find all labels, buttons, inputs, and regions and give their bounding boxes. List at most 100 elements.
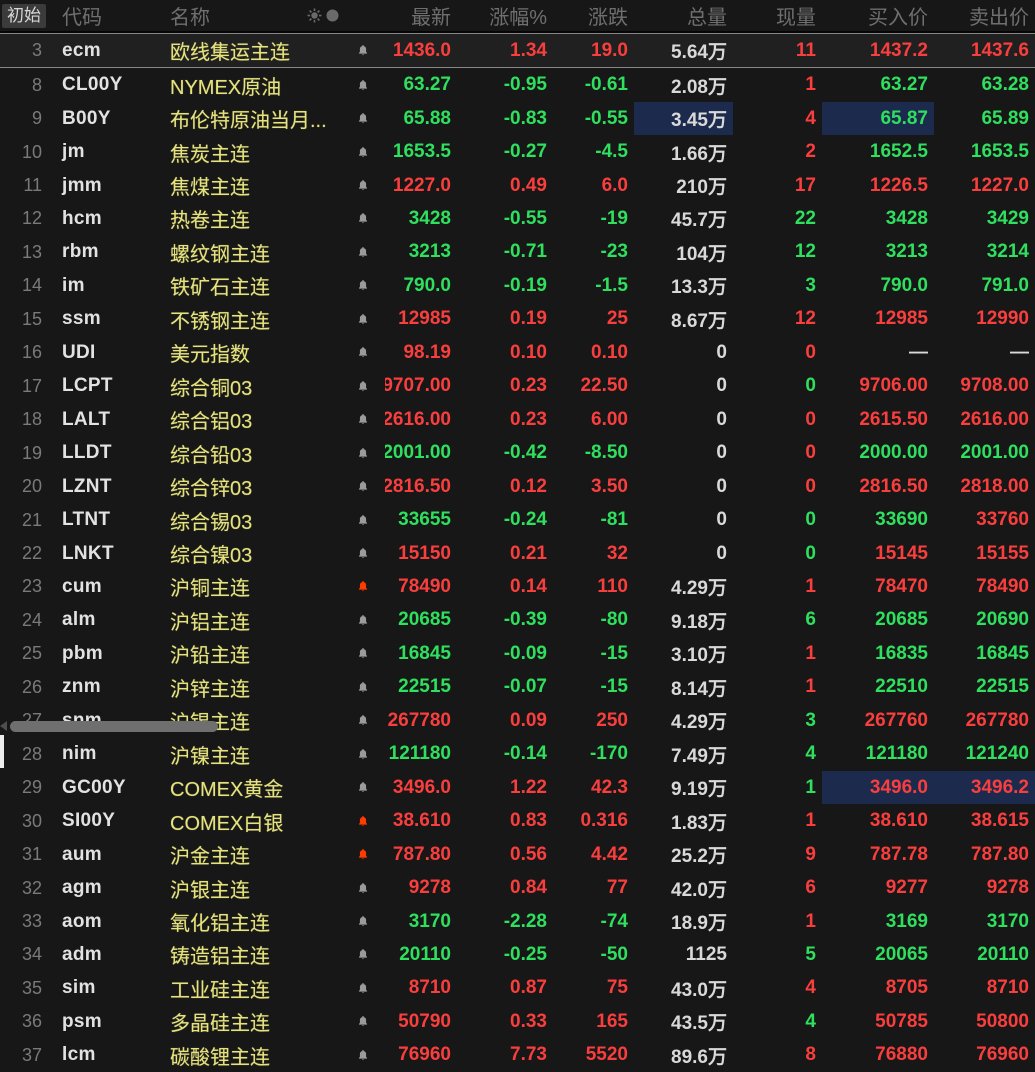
bell-cell[interactable] — [341, 972, 385, 1005]
alert-bell-icon[interactable] — [356, 747, 370, 762]
bell-cell[interactable] — [341, 570, 385, 603]
table-row[interactable]: 28 nim 沪镍主连 121180 -0.14 -170 7.49万 4 12… — [0, 738, 1035, 771]
dot-icon[interactable] — [326, 9, 339, 22]
bell-cell[interactable] — [341, 771, 385, 804]
bell-cell[interactable] — [341, 370, 385, 403]
bell-cell[interactable] — [341, 303, 385, 336]
table-row[interactable]: 14 im 铁矿石主连 790.0 -0.19 -1.5 13.3万 3 790… — [0, 269, 1035, 302]
header-pct[interactable]: 涨幅% — [457, 1, 553, 30]
bell-cell[interactable] — [341, 436, 385, 469]
header-chg[interactable]: 涨跌 — [553, 1, 634, 30]
alert-bell-icon[interactable] — [356, 178, 370, 193]
alert-bell-icon[interactable] — [356, 613, 370, 628]
alert-bell-icon[interactable] — [356, 379, 370, 394]
table-row[interactable]: 25 pbm 沪铅主连 16845 -0.09 -15 3.10万 1 1683… — [0, 637, 1035, 670]
header-bid[interactable]: 买入价 — [822, 1, 934, 30]
table-row[interactable]: 30 SI00Y COMEX白银 38.610 0.83 0.316 1.83万… — [0, 804, 1035, 837]
alert-bell-icon[interactable] — [356, 412, 370, 427]
table-row[interactable]: 37 lcm 碳酸锂主连 76960 7.73 5520 89.6万 8 768… — [0, 1039, 1035, 1072]
table-row[interactable]: 33 aom 氧化铝主连 3170 -2.28 -74 18.9万 1 3169… — [0, 905, 1035, 938]
table-row[interactable]: 3 ecm 欧线集运主连 1436.0 1.34 19.0 5.64万 11 1… — [0, 33, 1035, 69]
header-initial[interactable]: 初始 — [0, 3, 50, 28]
header-cur[interactable]: 现量 — [733, 1, 822, 30]
bell-cell[interactable] — [341, 68, 385, 101]
table-row[interactable]: 19 LLDT 综合铅03 2001.00 -0.42 -8.50 0 0 20… — [0, 436, 1035, 469]
header-ask[interactable]: 卖出价 — [934, 1, 1035, 30]
table-row[interactable]: 23 cum 沪铜主连 78490 0.14 110 4.29万 1 78470… — [0, 570, 1035, 603]
bell-cell[interactable] — [341, 871, 385, 904]
alert-bell-icon[interactable] — [356, 78, 370, 93]
bell-cell[interactable] — [341, 102, 385, 135]
bell-cell[interactable] — [341, 503, 385, 536]
alert-bell-icon[interactable] — [356, 713, 370, 728]
table-row[interactable]: 32 agm 沪银主连 9278 0.84 77 42.0万 6 9277 92… — [0, 871, 1035, 904]
bell-cell[interactable] — [341, 135, 385, 168]
alert-bell-icon[interactable] — [356, 914, 370, 929]
header-vol[interactable]: 总量 — [634, 1, 733, 30]
alert-bell-icon[interactable] — [356, 312, 370, 327]
bell-cell[interactable] — [341, 269, 385, 302]
alert-bell-icon[interactable] — [356, 1014, 370, 1029]
alert-bell-icon[interactable] — [356, 981, 370, 996]
table-row[interactable]: 21 LTNT 综合锡03 33655 -0.24 -81 0 0 33690 … — [0, 503, 1035, 536]
bell-cell[interactable] — [341, 202, 385, 235]
alert-bell-icon[interactable] — [356, 145, 370, 160]
bell-cell[interactable] — [341, 738, 385, 771]
sun-icon[interactable] — [307, 8, 322, 23]
table-row[interactable]: 20 LZNT 综合锌03 2816.50 0.12 3.50 0 0 2816… — [0, 470, 1035, 503]
table-row[interactable]: 24 alm 沪铝主连 20685 -0.39 -80 9.18万 6 2068… — [0, 604, 1035, 637]
bell-cell[interactable] — [341, 604, 385, 637]
alert-bell-icon[interactable] — [356, 1048, 370, 1063]
alert-bell-icon[interactable] — [356, 111, 370, 126]
table-row[interactable]: 31 aum 沪金主连 787.80 0.56 4.42 25.2万 9 787… — [0, 838, 1035, 871]
table-row[interactable]: 26 znm 沪锌主连 22515 -0.07 -15 8.14万 1 2251… — [0, 671, 1035, 704]
alert-bell-icon[interactable] — [356, 680, 370, 695]
header-name[interactable]: 名称 — [158, 1, 341, 30]
table-row[interactable]: 9 B00Y 布伦特原油当月... 65.88 -0.83 -0.55 3.45… — [0, 101, 1035, 136]
table-row[interactable]: 10 jm 焦炭主连 1653.5 -0.27 -4.5 1.66万 2 165… — [0, 135, 1035, 168]
alert-bell-icon[interactable] — [356, 579, 370, 594]
table-row[interactable]: 36 psm 多晶硅主连 50790 0.33 165 43.5万 4 5078… — [0, 1005, 1035, 1038]
table-row[interactable]: 11 jmm 焦煤主连 1227.0 0.49 6.0 210万 17 1226… — [0, 169, 1035, 202]
table-row[interactable]: 29 GC00Y COMEX黄金 3496.0 1.22 42.3 9.19万 … — [0, 770, 1035, 805]
alert-bell-icon[interactable] — [356, 278, 370, 293]
bell-cell[interactable] — [341, 704, 385, 737]
table-row[interactable]: 34 adm 铸造铝主连 20110 -0.25 -50 1125 5 2006… — [0, 938, 1035, 971]
table-row[interactable]: 18 LALT 综合铝03 2616.00 0.23 6.00 0 0 2615… — [0, 403, 1035, 436]
scrollbar-thumb[interactable] — [10, 720, 218, 732]
alert-bell-icon[interactable] — [356, 847, 370, 862]
bell-cell[interactable] — [341, 236, 385, 269]
alert-bell-icon[interactable] — [356, 345, 370, 360]
alert-bell-icon[interactable] — [356, 546, 370, 561]
initial-button[interactable]: 初始 — [2, 3, 46, 28]
bell-cell[interactable] — [341, 671, 385, 704]
alert-bell-icon[interactable] — [356, 646, 370, 661]
alert-bell-icon[interactable] — [356, 947, 370, 962]
bell-cell[interactable] — [341, 838, 385, 871]
bell-cell[interactable] — [341, 1039, 385, 1072]
table-row[interactable]: 35 sim 工业硅主连 8710 0.87 75 43.0万 4 8705 8… — [0, 972, 1035, 1005]
alert-bell-icon[interactable] — [356, 814, 370, 829]
bell-cell[interactable] — [341, 169, 385, 202]
bell-cell[interactable] — [341, 336, 385, 369]
horizontal-scrollbar[interactable] — [0, 719, 230, 733]
alert-bell-icon[interactable] — [356, 780, 370, 795]
alert-bell-icon[interactable] — [356, 446, 370, 461]
alert-bell-icon[interactable] — [356, 881, 370, 896]
table-row[interactable]: 13 rbm 螺纹钢主连 3213 -0.71 -23 104万 12 3213… — [0, 236, 1035, 269]
bell-cell[interactable] — [341, 34, 385, 67]
table-row[interactable]: 17 LCPT 综合铜03 9707.00 0.23 22.50 0 0 970… — [0, 370, 1035, 403]
bell-cell[interactable] — [341, 470, 385, 503]
table-row[interactable]: 12 hcm 热卷主连 3428 -0.55 -19 45.7万 22 3428… — [0, 202, 1035, 235]
bell-cell[interactable] — [341, 804, 385, 837]
alert-bell-icon[interactable] — [356, 513, 370, 528]
alert-bell-icon[interactable] — [356, 211, 370, 226]
alert-bell-icon[interactable] — [356, 43, 370, 58]
header-latest[interactable]: 最新 — [385, 1, 457, 30]
bell-cell[interactable] — [341, 905, 385, 938]
scroll-left-arrow-icon[interactable] — [0, 721, 7, 731]
header-code[interactable]: 代码 — [50, 1, 158, 30]
table-row[interactable]: 22 LNKT 综合镍03 15150 0.21 32 0 0 15145 15… — [0, 537, 1035, 570]
table-row[interactable]: 15 ssm 不锈钢主连 12985 0.19 25 8.67万 12 1298… — [0, 303, 1035, 336]
bell-cell[interactable] — [341, 938, 385, 971]
